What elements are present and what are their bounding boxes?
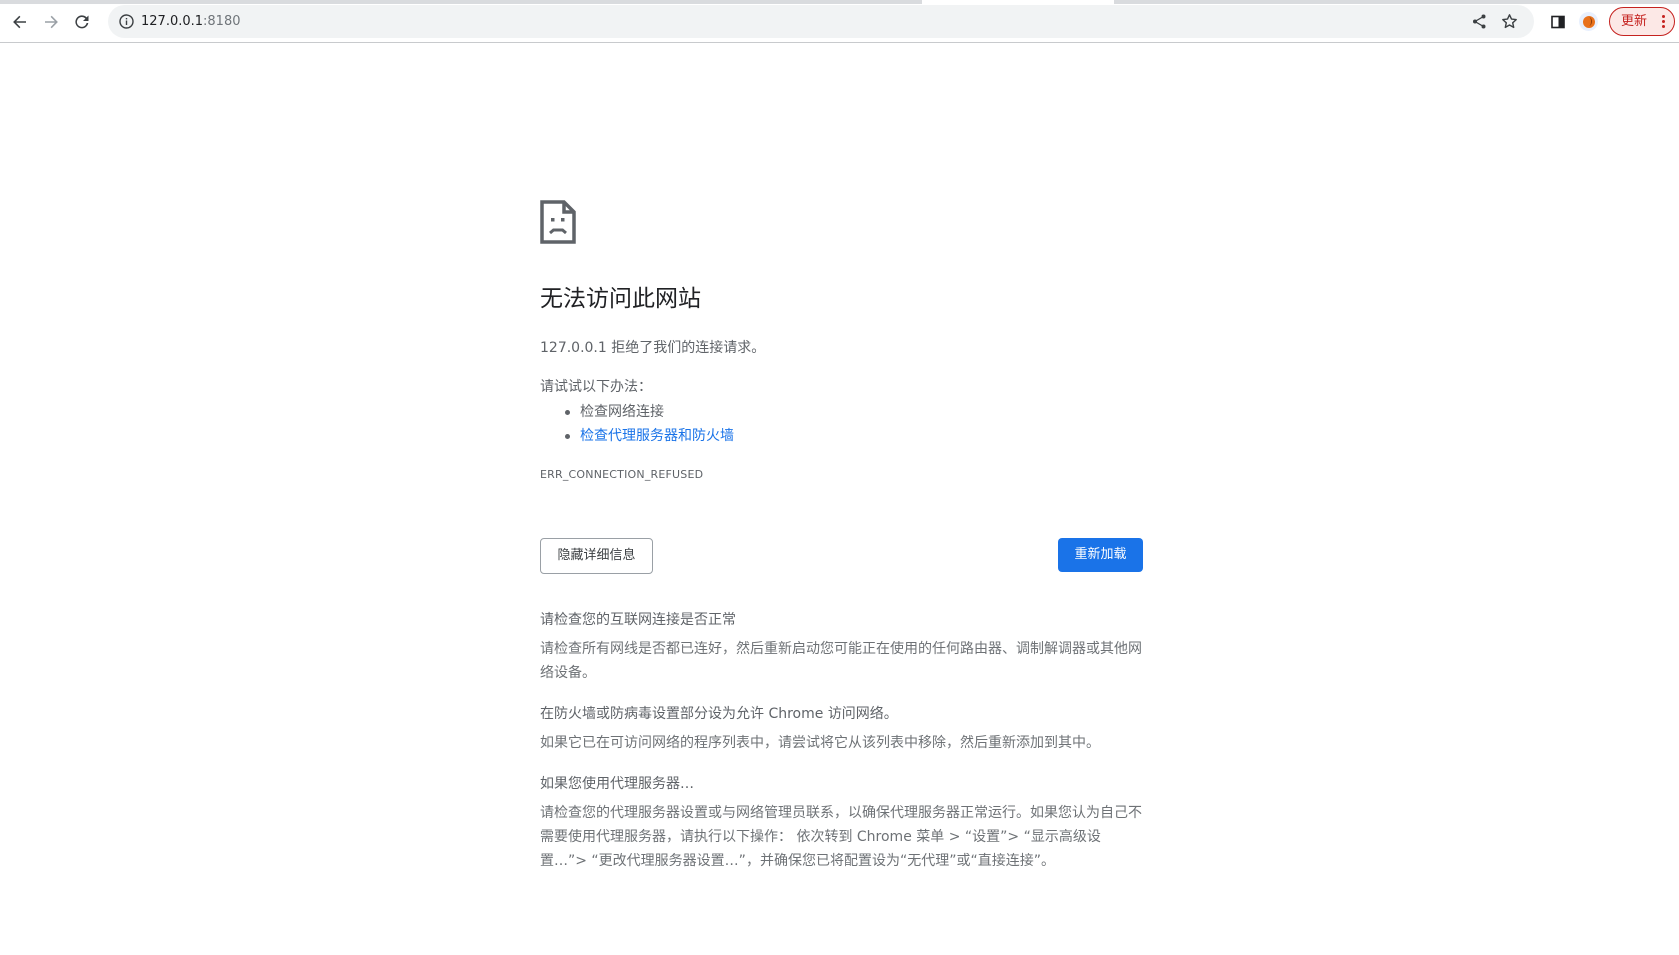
reload-icon[interactable] (69, 9, 95, 35)
info-icon[interactable] (118, 13, 135, 30)
detail-heading: 请检查您的互联网连接是否正常 (540, 612, 736, 628)
update-label: 更新 (1621, 14, 1648, 29)
suggestions-heading: 请试试以下办法： (540, 379, 652, 395)
detail-body: 请检查所有网线是否都已连好，然后重新启动您可能正在使用的任何路由器、调制解调器或… (540, 641, 1142, 681)
url-host: 127.0.0.1 (141, 14, 204, 29)
suggestion-check-proxy-firewall: 检查代理服务器和防火墙 (540, 424, 734, 448)
sad-page-icon (540, 200, 576, 244)
side-panel-icon[interactable] (1545, 9, 1571, 35)
detail-body: 如果它已在可访问网络的程序列表中，请尝试将它从该列表中移除，然后重新添加到其中。 (540, 735, 1100, 751)
star-icon[interactable] (1501, 13, 1518, 30)
detail-firewall: 在防火墙或防病毒设置部分设为允许 Chrome 访问网络。 如果它已在可访问网络… (540, 704, 1142, 755)
address-bar[interactable]: 127.0.0.1:8180 (108, 5, 1534, 38)
detail-heading: 在防火墙或防病毒设置部分设为允许 Chrome 访问网络。 (540, 706, 898, 722)
detail-heading: 如果您使用代理服务器… (540, 776, 694, 792)
detail-proxy: 如果您使用代理服务器… 请检查您的代理服务器设置或与网络管理员联系，以确保代理服… (540, 774, 1142, 873)
detail-body: 请检查您的代理服务器设置或与网络管理员联系，以确保代理服务器正常运行。如果您认为… (540, 805, 1142, 869)
profile-avatar-icon[interactable] (1579, 12, 1598, 31)
url-text[interactable]: 127.0.0.1:8180 (141, 13, 241, 30)
update-menu-button[interactable]: 更新 (1609, 7, 1675, 36)
suggestion-label: 检查网络连接 (580, 404, 664, 420)
kebab-menu-icon (1662, 15, 1666, 29)
error-code: ERR_CONNECTION_REFUSED (540, 468, 704, 481)
tab-strip (0, 0, 1679, 4)
page-title: 无法访问此网站 (540, 286, 701, 312)
back-arrow-icon[interactable] (7, 9, 33, 35)
hide-details-button[interactable]: 隐藏详细信息 (540, 538, 653, 574)
forward-arrow-icon[interactable] (38, 9, 64, 35)
suggestion-check-connection: 检查网络连接 (540, 400, 734, 424)
reload-button[interactable]: 重新加载 (1058, 538, 1143, 572)
suggestions-list: 检查网络连接 检查代理服务器和防火墙 (540, 400, 734, 448)
check-proxy-firewall-link[interactable]: 检查代理服务器和防火墙 (580, 428, 734, 444)
share-icon[interactable] (1471, 13, 1488, 30)
error-summary: 127.0.0.1 拒绝了我们的连接请求。 (540, 340, 766, 356)
detail-check-internet: 请检查您的互联网连接是否正常 请检查所有网线是否都已连好，然后重新启动您可能正在… (540, 610, 1142, 685)
active-tab[interactable] (922, 0, 1114, 4)
url-port: :8180 (203, 14, 241, 29)
browser-toolbar: 127.0.0.1:8180 更新 (0, 0, 1679, 43)
